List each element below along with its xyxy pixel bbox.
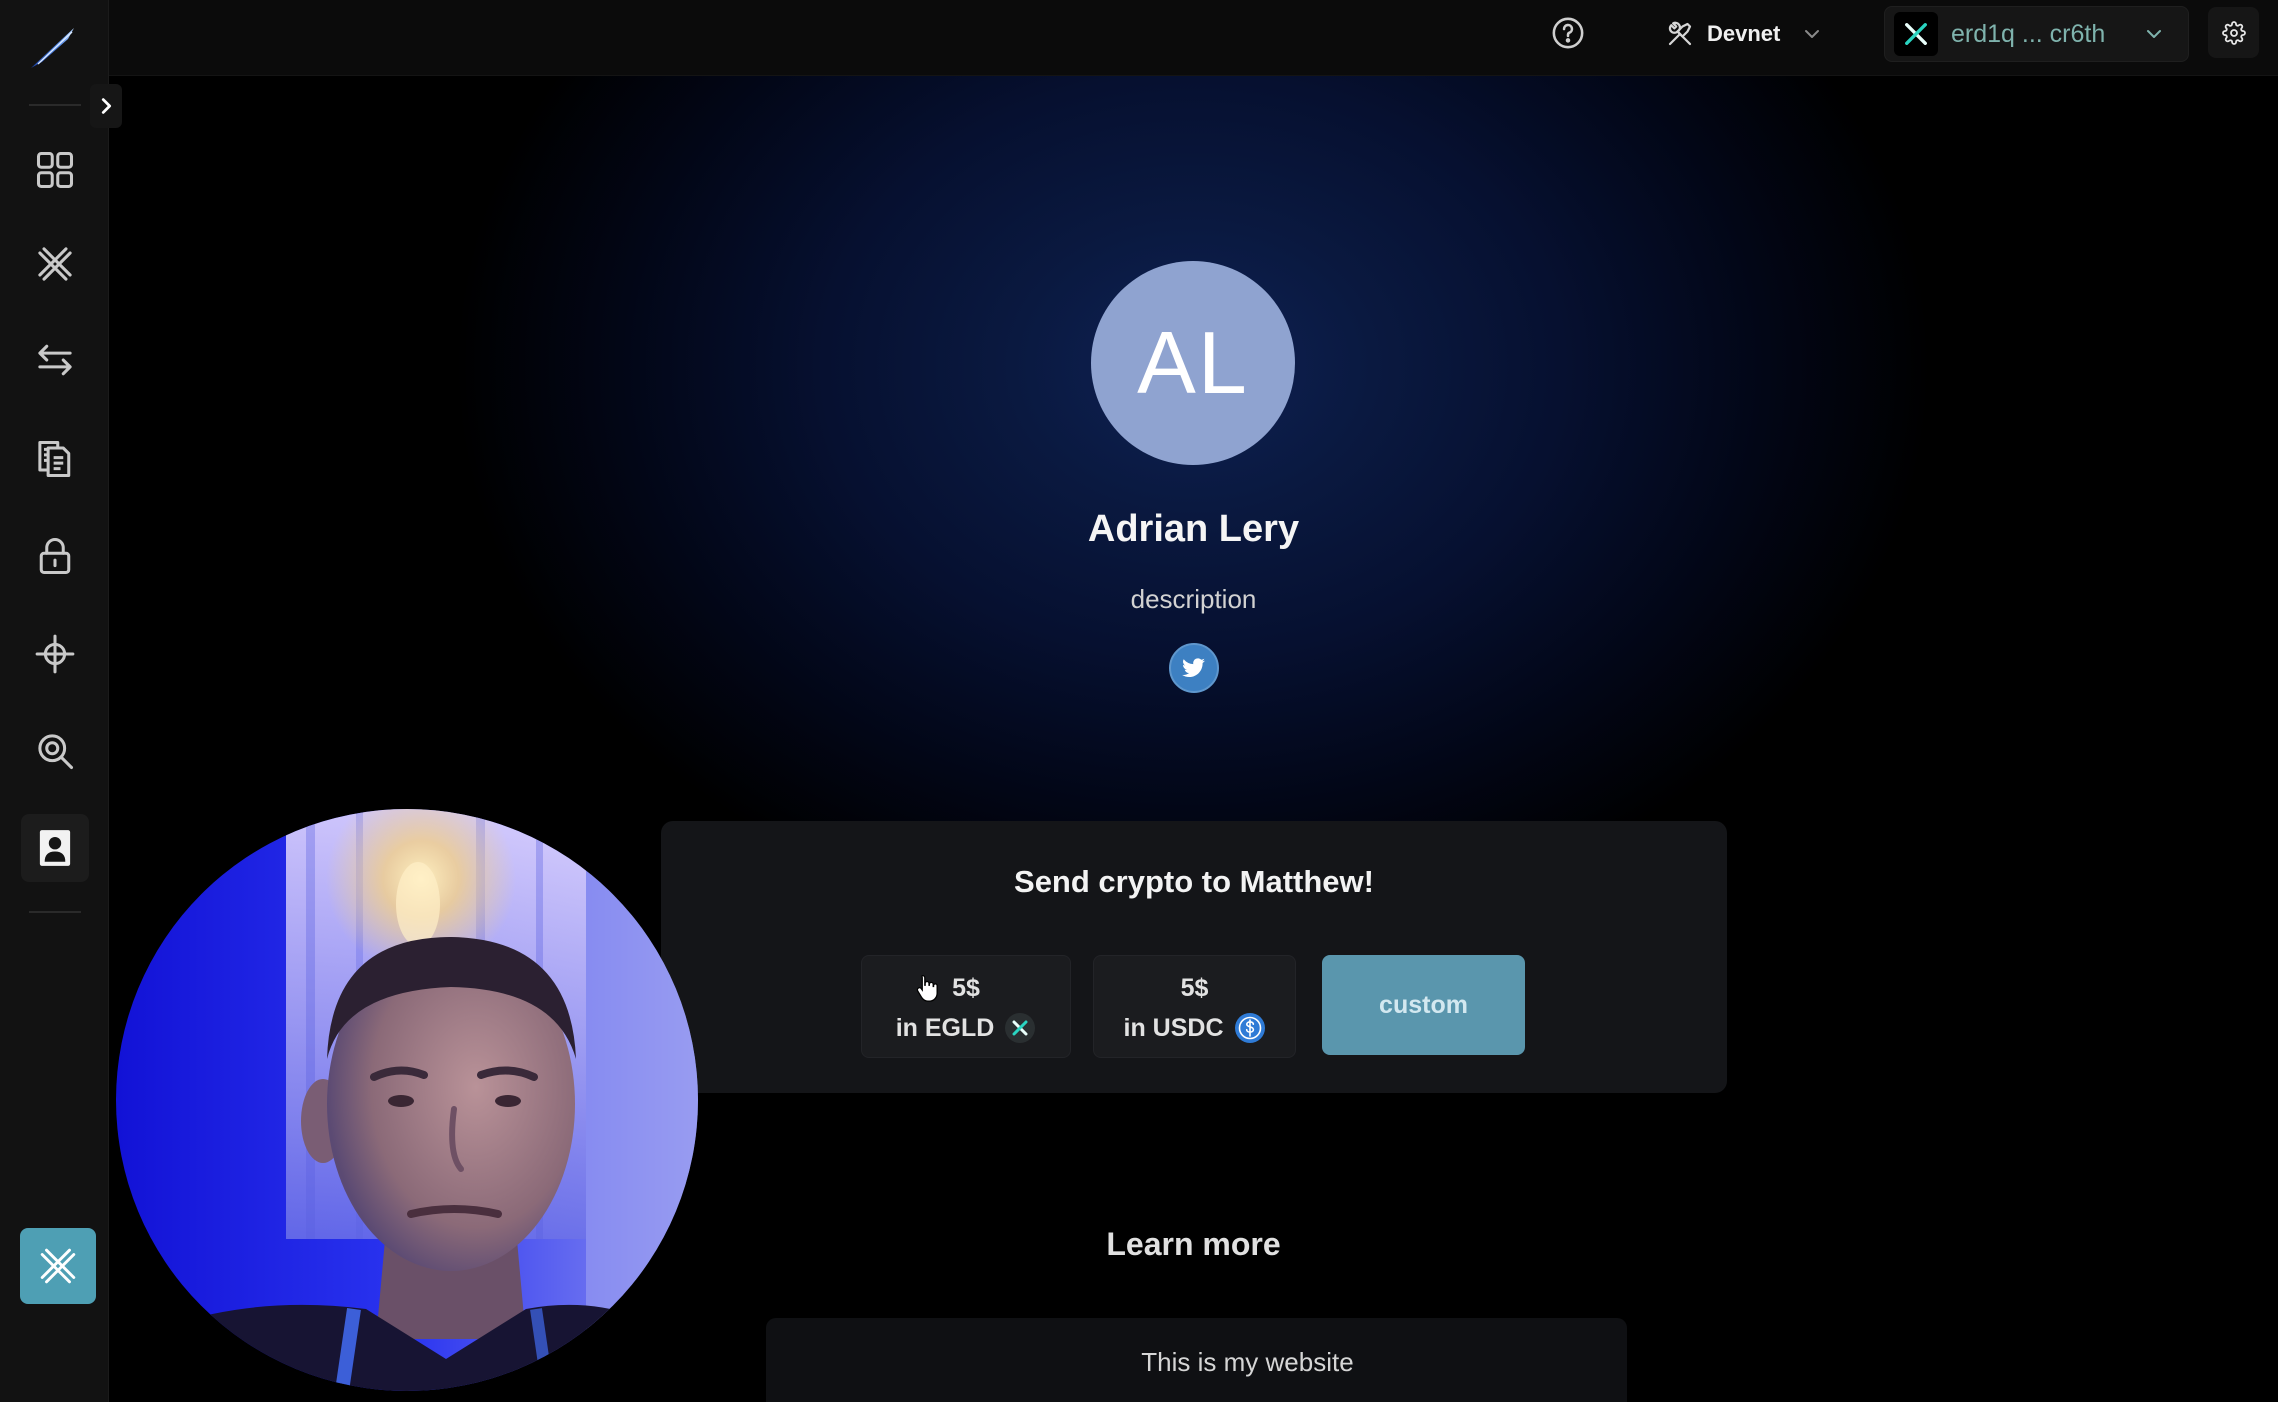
sidebar-item-documents[interactable] [21,425,89,493]
wallet-logo [1894,12,1938,56]
wallet-account-selector[interactable]: erd1q ... cr6th [1884,6,2189,62]
profile-user-icon [39,830,71,866]
avatar-initials: AL [1137,313,1249,412]
custom-amount-button[interactable]: custom [1322,955,1525,1055]
sidebar-item-multiversx[interactable] [21,230,89,298]
sidebar [0,0,122,1402]
donate-egld-button[interactable]: 5$ in EGLD [861,955,1071,1058]
search-icon [38,734,74,770]
usdc-icon [1234,1013,1265,1043]
mouse-cursor-icon [916,974,938,1002]
network-label: Devnet [1707,21,1781,46]
multiversx-x-icon [40,1248,76,1284]
webcam-overlay [116,809,698,1391]
profile-avatar: AL [1091,261,1295,465]
multiversx-blade-logo-icon [31,28,74,68]
chevron-down-icon [1805,30,1820,38]
network-selector[interactable]: Devnet [1665,12,1824,56]
sidebar-toggle-button[interactable] [90,84,122,128]
sidebar-item-profile[interactable] [21,814,89,882]
lock-icon [39,538,71,575]
chevron-down-icon [2147,30,2161,38]
crosshair-icon [35,634,75,674]
help-circle-icon [1552,17,1584,49]
twitter-link[interactable] [1169,643,1219,693]
sidebar-divider [29,104,81,106]
sidebar-divider [29,911,81,913]
multiversx-x-icon [38,247,72,281]
donate-token-label: in USDC [1123,1014,1224,1042]
sidebar-item-lock[interactable] [21,522,89,590]
help-button[interactable] [1551,16,1585,50]
sidebar-item-search[interactable] [21,717,89,785]
tools-icon [1668,21,1692,46]
profile-description: description [1130,584,1257,614]
website-link[interactable]: This is my website [766,1318,1627,1402]
donate-token-label: in EGLD [895,1014,995,1042]
donate-token: in USDC [1124,1012,1266,1044]
twitter-icon [1182,658,1205,677]
webcam-feed [116,809,698,1391]
sidebar-item-grid[interactable] [21,136,89,204]
egld-icon [1005,1013,1036,1043]
grid-icon [36,151,74,189]
documents-icon [38,440,71,478]
settings-button[interactable] [2208,7,2259,58]
multiversx-app-button[interactable] [20,1228,96,1304]
donation-title: Send crypto to Matthew! [1014,864,1374,899]
donate-token: in EGLD [896,1012,1037,1044]
transfer-arrows-icon [38,344,72,376]
donate-amount: 5$ [952,974,980,1002]
sidebar-item-transfer[interactable] [21,326,89,394]
donation-card: Send crypto to Matthew! 5$ in EGLD 5$ in… [661,821,1727,1093]
chevron-right-icon [101,98,112,114]
profile-name: Adrian Lery [1087,508,1300,550]
top-bar: Devnet erd1q ... cr6th [109,0,2278,76]
donate-amount: 5$ [1180,974,1209,1002]
wallet-address: erd1q ... cr6th [1951,19,2106,48]
app-logo[interactable] [28,24,78,72]
gear-icon [2221,20,2246,45]
donate-usdc-button[interactable]: 5$ in USDC [1093,955,1296,1058]
sidebar-item-crosshair[interactable] [21,620,89,688]
multiversx-x-icon [1905,23,1927,45]
